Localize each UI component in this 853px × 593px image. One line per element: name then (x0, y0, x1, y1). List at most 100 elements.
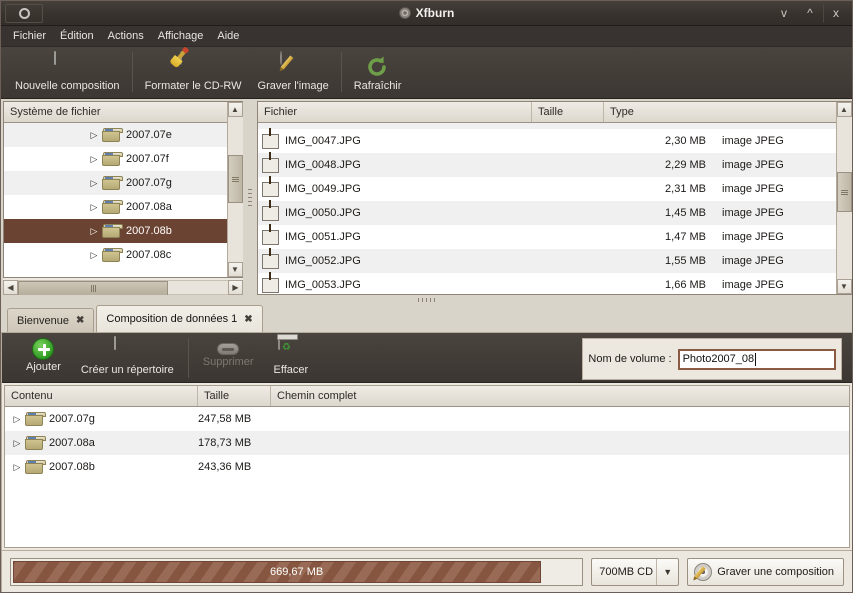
file-row[interactable]: IMG_0050.JPG 1,45 MB image JPEG (258, 201, 836, 225)
tree-vertical-scrollbar[interactable]: ▲ ▼ (227, 102, 243, 277)
scroll-track[interactable] (227, 117, 243, 262)
remove-icon (217, 343, 240, 355)
tree-row[interactable]: ▷ 2007.07e (4, 123, 227, 147)
file-row[interactable]: IMG_0052.JPG 1,55 MB image JPEG (258, 249, 836, 273)
new-directory-button[interactable]: Créer un répertoire (71, 336, 184, 380)
format-cdrw-icon (175, 49, 206, 78)
jpeg-thumbnail-icon (262, 157, 279, 173)
composition-row[interactable]: ▷ 2007.07g 247,58 MB (5, 407, 849, 431)
expander-icon[interactable]: ▷ (9, 462, 25, 473)
column-header-chemin[interactable]: Chemin complet (271, 386, 849, 406)
menu-edition[interactable]: Édition (53, 28, 101, 44)
tree-row-selected[interactable]: ▷ 2007.08b (4, 219, 227, 243)
window-title: Xfburn (1, 6, 852, 20)
volume-name-group: Nom de volume : Photo2007_08 (582, 338, 842, 380)
hscroll-thumb[interactable] (18, 281, 168, 295)
jpeg-thumbnail-icon (262, 253, 279, 269)
filesystem-tree-pane: Système de fichier ▷ 2007.07e ▷ 2007.07f… (3, 101, 243, 295)
scroll-up-icon[interactable]: ▲ (227, 102, 243, 117)
burn-composition-button[interactable]: Graver une composition (687, 557, 844, 586)
expander-icon[interactable]: ▷ (86, 130, 102, 141)
format-cdrw-button[interactable]: Formater le CD-RW (137, 49, 250, 96)
pane-splitter-horizontal[interactable] (1, 295, 852, 305)
tab-close-icon[interactable]: ✖ (244, 314, 252, 325)
new-composition-label: Nouvelle composition (15, 80, 120, 92)
tab-close-icon[interactable]: ✖ (76, 315, 84, 326)
refresh-button[interactable]: Rafraîchir (346, 50, 410, 96)
menu-actions[interactable]: Actions (101, 28, 151, 44)
file-row-size: 2,29 MB (665, 159, 706, 171)
tab-composition-de-donnees-1[interactable]: Composition de données 1 ✖ (96, 305, 263, 332)
chevron-down-icon[interactable]: ▼ (656, 558, 678, 585)
file-row-size: 1,55 MB (665, 255, 706, 267)
window-menu-button[interactable] (5, 3, 43, 23)
text-caret (755, 352, 757, 366)
composition-row[interactable]: ▷ 2007.08a 178,73 MB (5, 431, 849, 455)
file-row[interactable]: IMG_0053.JPG 1,66 MB image JPEG (258, 273, 836, 294)
tree-row[interactable]: ▷ 2007.08a (4, 195, 227, 219)
scroll-down-icon[interactable]: ▼ (227, 262, 243, 277)
column-header-taille[interactable]: Taille (532, 102, 604, 122)
file-list-vertical-scrollbar[interactable]: ▲ ▼ (836, 102, 852, 294)
tree-row[interactable]: ▷ 2007.07f (4, 147, 227, 171)
file-row[interactable]: IMG_0048.JPG 2,29 MB image JPEG (258, 153, 836, 177)
scroll-up-icon[interactable]: ▲ (836, 102, 852, 117)
disc-size-combobox[interactable]: 700MB CD ▼ (591, 557, 680, 586)
folder-icon (102, 224, 123, 238)
tab-bienvenue[interactable]: Bienvenue ✖ (7, 308, 95, 332)
menu-bar: Fichier Édition Actions Affichage Aide (1, 26, 852, 47)
pane-splitter-vertical[interactable] (243, 101, 257, 295)
menu-fichier[interactable]: Fichier (6, 28, 53, 44)
minimize-button[interactable]: v (771, 4, 797, 23)
menu-aide[interactable]: Aide (210, 28, 246, 44)
burn-image-button[interactable]: Graver l'image (250, 50, 337, 96)
tree-row[interactable]: ▷ 2007.08c (4, 243, 227, 267)
add-button[interactable]: Ajouter (16, 336, 71, 380)
file-row[interactable]: IMG_0051.JPG 1,47 MB image JPEG (258, 225, 836, 249)
file-row-name: IMG_0048.JPG (285, 159, 361, 171)
tree-row-label: 2007.07g (126, 177, 172, 189)
tree-rows: ▷ 2007.07e ▷ 2007.07f ▷ 2007.07g ▷ 2007.… (4, 123, 227, 277)
window-title-text: Xfburn (415, 6, 455, 20)
clear-label: Effacer (273, 364, 309, 376)
expander-icon[interactable]: ▷ (86, 178, 102, 189)
tree-row[interactable]: ▷ 2007.07g (4, 171, 227, 195)
composition-row[interactable]: ▷ 2007.08b 243,36 MB (5, 455, 849, 479)
expander-icon[interactable]: ▷ (86, 154, 102, 165)
volume-name-input[interactable]: Photo2007_08 (677, 348, 836, 370)
file-row[interactable]: IMG_0047.JPG 2,30 MB image JPEG (258, 129, 836, 153)
expander-icon[interactable]: ▷ (86, 250, 102, 261)
expander-icon[interactable]: ▷ (86, 226, 102, 237)
folder-icon (25, 412, 46, 426)
file-row-size: 2,30 MB (665, 135, 706, 147)
tree-header-name[interactable]: Système de fichier (4, 102, 227, 122)
scroll-right-icon[interactable]: ▶ (228, 280, 243, 295)
column-header-contenu[interactable]: Contenu (5, 386, 198, 406)
refresh-label: Rafraîchir (353, 80, 402, 92)
maximize-button[interactable]: ^ (797, 4, 823, 23)
new-composition-button[interactable]: Nouvelle composition (7, 50, 128, 96)
scroll-left-icon[interactable]: ◀ (3, 280, 18, 295)
column-header-fichier[interactable]: Fichier (258, 102, 532, 122)
expander-icon[interactable]: ▷ (9, 438, 25, 449)
scroll-track[interactable] (836, 117, 852, 279)
composition-list: Contenu Taille Chemin complet ▷ 2007.07g… (4, 385, 850, 548)
close-button[interactable]: x (823, 3, 849, 23)
remove-button[interactable]: Supprimer (193, 336, 264, 380)
new-directory-label: Créer un répertoire (80, 364, 174, 376)
expander-icon[interactable]: ▷ (9, 414, 25, 425)
scroll-thumb[interactable] (836, 172, 852, 212)
folder-icon (102, 176, 123, 190)
tree-horizontal-scrollbar[interactable]: ◀ ▶ (3, 280, 243, 295)
volume-name-value: Photo2007_08 (682, 353, 755, 365)
clear-button[interactable]: ♻ Effacer (264, 336, 319, 380)
jpeg-thumbnail-icon (262, 277, 279, 293)
scroll-down-icon[interactable]: ▼ (836, 279, 852, 294)
file-row[interactable]: IMG_0049.JPG 2,31 MB image JPEG (258, 177, 836, 201)
column-header-taille[interactable]: Taille (198, 386, 271, 406)
scroll-thumb[interactable] (227, 155, 243, 203)
hscroll-track[interactable] (18, 280, 228, 295)
column-header-type[interactable]: Type (604, 102, 836, 122)
menu-affichage[interactable]: Affichage (151, 28, 211, 44)
expander-icon[interactable]: ▷ (86, 202, 102, 213)
